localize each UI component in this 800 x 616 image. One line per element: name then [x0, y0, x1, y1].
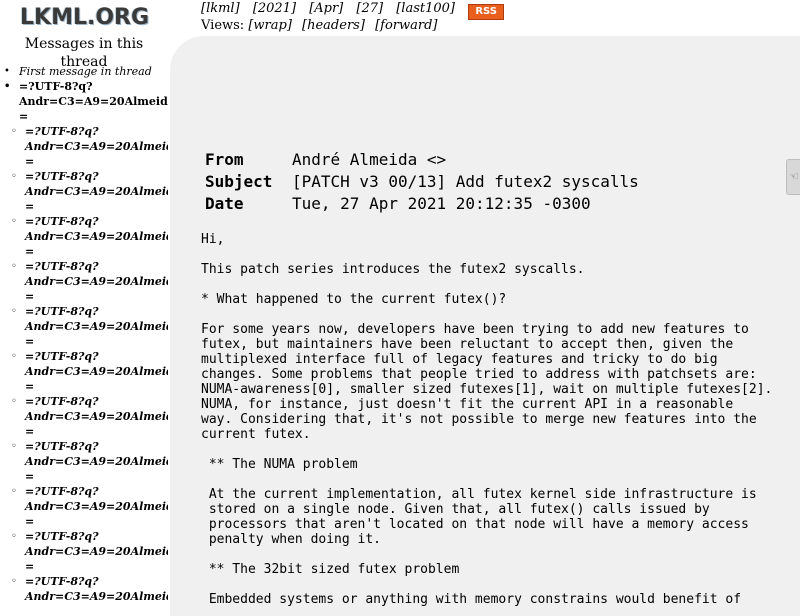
thread-reply-item[interactable]: =?UTF-8?q? Andr=C3=A9=20Almeida? =	[11, 124, 168, 169]
thread-reply-item[interactable]: =?UTF-8?q? Andr=C3=A9=20Almeida? =	[11, 304, 168, 349]
views-bar: Views: [wrap] [headers] [forward]	[201, 18, 443, 34]
thread-reply-line: =?UTF-8?q?	[25, 260, 99, 273]
thread-reply-line: =	[25, 380, 35, 393]
thread-reply-item[interactable]: =?UTF-8?q? Andr=C3=A9=20Almeida? =	[11, 529, 168, 574]
thread-reply-line: =?UTF-8?q?	[25, 485, 99, 498]
thread-reply-line: =	[25, 155, 35, 168]
thread-reply-line: Andr=C3=A9=20Almeida?	[25, 185, 168, 198]
thread-root-line: Andr=C3=A9=20Almeida?	[19, 95, 168, 108]
thread-reply-item[interactable]: =?UTF-8?q? Andr=C3=A9=20Almeida? =	[11, 349, 168, 394]
thread-reply-item[interactable]: =?UTF-8?q? Andr=C3=A9=20Almeida? =	[11, 169, 168, 214]
thread-reply-line: =	[25, 470, 35, 483]
thread-reply-line: =?UTF-8?q?	[25, 440, 99, 453]
thread-reply-line: Andr=C3=A9=20Almeida?	[25, 455, 168, 468]
logo-text: LKML.ORG	[20, 5, 150, 30]
thread-reply-line: =?UTF-8?q?	[25, 530, 99, 543]
nav-link-lkml[interactable]: [lkml]	[201, 1, 240, 16]
thread-reply-line: Andr=C3=A9=20Almeida?	[25, 545, 168, 558]
thread-reply-item[interactable]: =?UTF-8?q? Andr=C3=A9=20Almeida? =	[11, 214, 168, 259]
subject-value: [PATCH v3 00/13] Add futex2 syscalls	[292, 172, 639, 191]
view-wrap-link[interactable]: [wrap]	[248, 18, 292, 33]
thread-reply-line: =	[25, 425, 35, 438]
reply-list: =?UTF-8?q?Andr=C3=A9=20Almeida?==?UTF-8?…	[11, 124, 168, 600]
thread-reply-line: Andr=C3=A9=20Almeida?	[25, 320, 168, 333]
thread-reply-item[interactable]: =?UTF-8?q? Andr=C3=A9=20Almeida? =	[11, 484, 168, 529]
pointing-hand-icon[interactable]: ☜	[786, 159, 800, 195]
rss-icon[interactable]: RSS	[468, 4, 505, 20]
thread-reply-line: Andr=C3=A9=20Almeida?	[25, 410, 168, 423]
message-headers: From André Almeida <> Subject [PATCH v3 00…	[205, 149, 639, 215]
thread-reply-line: Andr=C3=A9=20Almeida?	[25, 140, 168, 153]
nav-link-last100[interactable]: [last100]	[396, 1, 455, 16]
message-panel: From André Almeida <> Subject [PATCH v3 00…	[170, 36, 800, 616]
thread-reply-item[interactable]: =?UTF-8?q? Andr=C3=A9=20Almeida? =	[11, 394, 168, 439]
thread-reply-line: =	[25, 200, 35, 213]
thread-sidebar: LKML.ORG Messages in this thread First m…	[0, 0, 168, 600]
thread-reply-line: =	[25, 290, 35, 303]
from-value: André Almeida <>	[292, 150, 447, 169]
views-label: Views:	[201, 18, 245, 33]
date-value: Tue, 27 Apr 2021 20:12:35 -0300	[292, 194, 591, 213]
thread-reply-line: Andr=C3=A9=20Almeida?	[25, 590, 168, 600]
date-row: Date Tue, 27 Apr 2021 20:12:35 -0300	[205, 193, 639, 215]
nav-link-year[interactable]: [2021]	[253, 1, 296, 16]
thread-reply-line: =?UTF-8?q?	[25, 575, 99, 588]
thread-list: First message in thread =?UTF-8?q? Andr=…	[0, 64, 168, 600]
thread-reply-line: =?UTF-8?q?	[25, 305, 99, 318]
nav-link-day[interactable]: [27]	[356, 1, 383, 16]
thread-reply-line: =?UTF-8?q?	[25, 170, 99, 183]
thread-reply-line: Andr=C3=A9=20Almeida?	[25, 230, 168, 243]
lkml-logo[interactable]: LKML.ORG	[20, 4, 152, 32]
thread-reply-line: Andr=C3=A9=20Almeida?	[25, 365, 168, 378]
subject-label: Subject	[205, 172, 273, 191]
thread-root-line: =	[19, 110, 29, 123]
thread-reply-item[interactable]: =?UTF-8?q? Andr=C3=A9=20Almeida? =	[11, 439, 168, 484]
date-label: Date	[205, 194, 244, 213]
thread-reply-line: =	[25, 335, 35, 348]
nav-link-month[interactable]: [Apr]	[309, 1, 343, 16]
view-headers-link[interactable]: [headers]	[302, 18, 365, 33]
from-label: From	[205, 150, 244, 169]
from-row: From André Almeida <>	[205, 149, 639, 171]
thread-root-item[interactable]: =?UTF-8?q? Andr=C3=A9=20Almeida? = =?UTF…	[4, 79, 168, 600]
thread-reply-line: =?UTF-8?q?	[25, 125, 99, 138]
thread-reply-line: =?UTF-8?q?	[25, 215, 99, 228]
thread-reply-item[interactable]: =?UTF-8?q?Andr=C3=A9=20Almeida?=	[11, 574, 168, 600]
first-message-item: First message in thread	[4, 64, 168, 79]
thread-reply-line: =?UTF-8?q?	[25, 395, 99, 408]
message-body: Hi, This patch series introduces the fut…	[201, 232, 773, 607]
thread-reply-line: =	[25, 515, 35, 528]
thread-root-line: =?UTF-8?q?	[19, 80, 93, 93]
thread-reply-line: Andr=C3=A9=20Almeida?	[25, 275, 168, 288]
view-forward-link[interactable]: [forward]	[375, 18, 437, 33]
thread-reply-line: Andr=C3=A9=20Almeida?	[25, 500, 168, 513]
first-message-label: First message in thread	[19, 65, 152, 78]
thread-reply-line: =	[25, 560, 35, 573]
thread-reply-item[interactable]: =?UTF-8?q? Andr=C3=A9=20Almeida? =	[11, 259, 168, 304]
thread-reply-line: =	[25, 245, 35, 258]
thread-reply-line: =?UTF-8?q?	[25, 350, 99, 363]
subject-row: Subject [PATCH v3 00/13] Add futex2 sysca…	[205, 171, 639, 193]
